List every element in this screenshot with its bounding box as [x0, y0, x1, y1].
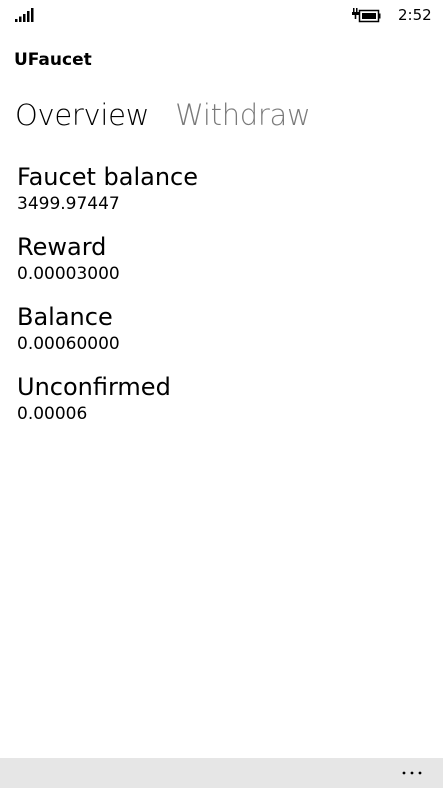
pivot-header: Overview Withdraw	[15, 98, 336, 142]
reward-field: Reward 0.00003000	[17, 231, 427, 301]
status-bar: 2:52	[0, 0, 443, 30]
clock: 2:52	[398, 6, 432, 24]
unconfirmed-label: Unconfirmed	[17, 373, 171, 401]
app-title: UFaucet	[14, 50, 92, 70]
tab-overview[interactable]: Overview	[15, 98, 149, 132]
battery-charging-icon	[352, 7, 382, 23]
overview-panel: Faucet balance 3499.97447 Reward 0.00003…	[17, 161, 427, 441]
faucet-balance-field: Faucet balance 3499.97447	[17, 161, 427, 231]
tab-withdraw[interactable]: Withdraw	[175, 98, 311, 132]
more-options-button[interactable]	[399, 758, 427, 788]
balance-label: Balance	[17, 303, 113, 331]
reward-label: Reward	[17, 233, 107, 261]
faucet-balance-value: 3499.97447	[17, 194, 120, 214]
app-bar	[0, 758, 443, 788]
unconfirmed-field: Unconfirmed 0.00006	[17, 371, 427, 441]
unconfirmed-value: 0.00006	[17, 404, 88, 424]
balance-value: 0.00060000	[17, 334, 120, 354]
signal-strength-icon	[15, 8, 35, 22]
faucet-balance-label: Faucet balance	[17, 163, 199, 191]
balance-field: Balance 0.00060000	[17, 301, 427, 371]
reward-value: 0.00003000	[17, 264, 120, 284]
